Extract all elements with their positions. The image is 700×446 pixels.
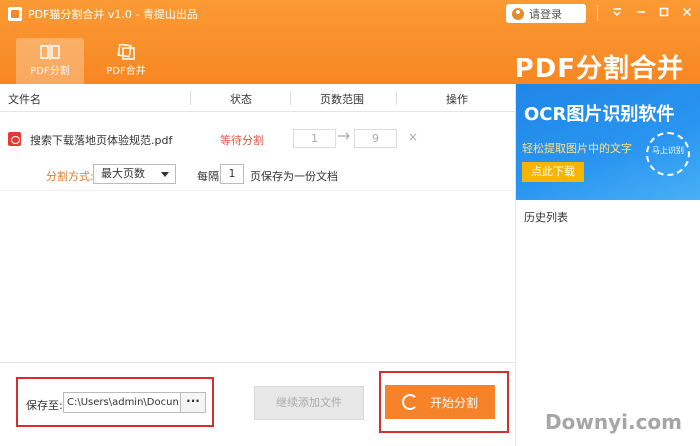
app-title: PDF猫分割合并 v1.0 - 青提山出品 — [28, 8, 198, 21]
right-panel: OCR图片识别软件 轻松提取图片中的文字 点此下载 马上识别 历史列表 — [515, 84, 700, 446]
tab-pdf-split-label: PDF分割 — [30, 66, 70, 77]
header-status: 状态 — [230, 93, 252, 106]
ad-title: OCR图片识别软件 — [524, 104, 675, 125]
user-icon — [512, 7, 524, 20]
split-mode-select[interactable]: 最大页数 — [93, 164, 176, 184]
app-logo-icon — [8, 7, 22, 21]
refresh-icon — [401, 394, 418, 410]
split-settings: 分割方式: 最大页数 每隔 1 页保存为一份文档 — [0, 164, 515, 186]
save-label: 保存至: — [26, 399, 63, 412]
start-split-button[interactable]: 开始分割 — [385, 385, 495, 419]
title-separator — [597, 5, 598, 21]
split-mode-value: 最大页数 — [101, 167, 145, 180]
ad-download-button[interactable]: 点此下载 — [522, 162, 584, 182]
file-name: 搜索下载落地页体验规范.pdf — [30, 134, 173, 147]
file-table-header: 文件名 状态 页数范围 操作 — [0, 84, 515, 112]
ocr-ad-banner[interactable]: OCR图片识别软件 轻松提取图片中的文字 点此下载 马上识别 — [516, 84, 700, 200]
save-location-group: 保存至: C:\Users\admin\Docun ··· — [16, 377, 214, 427]
ad-scan-icon: 马上识别 — [646, 132, 690, 176]
brand-title: PDF分割合并 — [514, 54, 684, 84]
delete-icon[interactable]: × — [408, 130, 418, 144]
close-icon[interactable] — [678, 5, 696, 21]
save-path-input[interactable]: C:\Users\admin\Docun — [63, 392, 181, 413]
split-icon — [40, 44, 60, 60]
title-bar: PDF猫分割合并 v1.0 - 青提山出品 请登录 PDF分割 PDF合并 PD… — [0, 0, 700, 84]
split-mode-label: 分割方式: — [46, 170, 94, 183]
divider — [0, 362, 515, 363]
start-split-label: 开始分割 — [429, 395, 478, 410]
header-action: 操作 — [446, 93, 468, 106]
pdf-file-icon — [8, 132, 21, 146]
watermark: Downyi.com — [545, 410, 682, 434]
range-to-input[interactable]: 9 — [354, 129, 397, 148]
menu-icon[interactable] — [608, 5, 626, 21]
file-status: 等待分割 — [220, 134, 264, 147]
browse-button[interactable]: ··· — [180, 392, 206, 413]
every-label: 每隔 — [197, 170, 219, 183]
login-button[interactable]: 请登录 — [506, 4, 586, 23]
minimize-icon[interactable] — [632, 5, 650, 21]
header-page-range: 页数范围 — [320, 93, 364, 106]
header-divider — [290, 91, 291, 105]
maximize-icon[interactable] — [655, 5, 673, 21]
divider — [0, 190, 515, 191]
header-divider — [190, 91, 191, 105]
start-split-group: 开始分割 — [379, 371, 509, 433]
history-list-title: 历史列表 — [524, 211, 568, 224]
tab-pdf-split[interactable]: PDF分割 — [16, 38, 84, 84]
arrow-right-icon — [338, 130, 352, 144]
chevron-down-icon — [161, 172, 169, 177]
login-label: 请登录 — [529, 7, 562, 21]
ad-subtitle: 轻松提取图片中的文字 — [522, 142, 632, 155]
tab-pdf-merge-label: PDF合并 — [106, 66, 146, 77]
merge-icon — [117, 44, 135, 60]
range-from-input[interactable]: 1 — [293, 129, 336, 148]
pages-per-file-input[interactable]: 1 — [220, 164, 244, 184]
header-filename: 文件名 — [8, 93, 41, 106]
add-file-button[interactable]: 继续添加文件 — [254, 386, 364, 420]
table-row: 搜索下载落地页体验规范.pdf 等待分割 1 9 × — [0, 112, 515, 164]
every-suffix-label: 页保存为一份文档 — [250, 170, 338, 183]
tab-pdf-merge[interactable]: PDF合并 — [92, 38, 160, 84]
header-divider — [396, 91, 397, 105]
